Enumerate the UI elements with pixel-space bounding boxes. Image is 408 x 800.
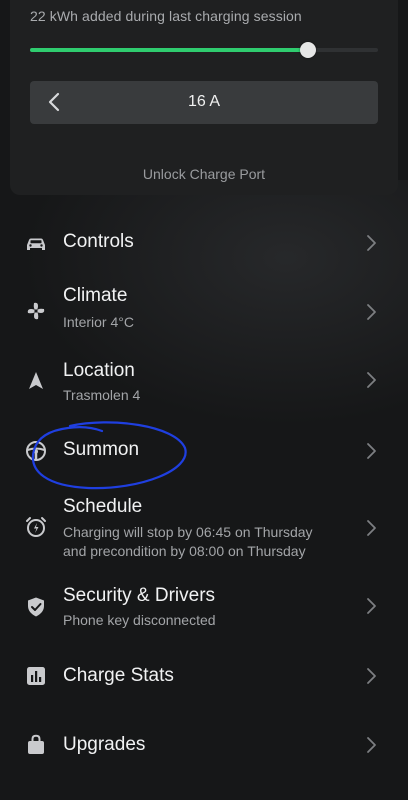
menu-item-title: Summon xyxy=(63,439,140,460)
menu-item-security-drivers[interactable]: Security & Drivers Phone key disconnecte… xyxy=(0,583,408,633)
chevron-right-icon xyxy=(367,443,376,459)
chevron-right-icon xyxy=(367,737,376,753)
menu-item-subtitle: Trasmolen 4 xyxy=(63,387,141,403)
chevron-right-icon xyxy=(367,520,376,536)
menu-item-subtitle-line-1: Charging will stop by 06:45 on Thursday xyxy=(63,524,313,540)
menu-item-upgrades[interactable]: Upgrades xyxy=(0,727,408,763)
menu-item-controls[interactable]: Controls xyxy=(0,225,408,261)
menu-item-charge-stats[interactable]: Charge Stats xyxy=(0,658,408,694)
charge-limit-slider[interactable] xyxy=(30,42,378,58)
charging-session-text: 22 kWh added during last charging sessio… xyxy=(30,8,302,24)
chevron-right-icon xyxy=(367,668,376,684)
menu-item-subtitle: Interior 4°C xyxy=(63,314,134,330)
menu-item-location[interactable]: Location Trasmolen 4 xyxy=(0,357,408,407)
bar-chart-icon xyxy=(27,667,45,685)
navigation-arrow-icon xyxy=(29,372,43,389)
menu-item-title: Climate xyxy=(63,285,128,306)
chevron-right-icon xyxy=(367,372,376,388)
menu-item-title: Location xyxy=(63,360,135,381)
shield-icon xyxy=(28,597,44,617)
chevron-right-icon xyxy=(367,598,376,614)
alarm-clock-icon xyxy=(26,517,46,537)
unlock-charge-port-button[interactable]: Unlock Charge Port xyxy=(0,166,408,182)
menu-item-summon[interactable]: Summon xyxy=(0,433,408,469)
menu-item-title: Charge Stats xyxy=(63,665,174,686)
menu-item-climate[interactable]: Climate Interior 4°C xyxy=(0,282,408,332)
chevron-right-icon xyxy=(367,304,376,320)
charging-current-value: 16 A xyxy=(187,93,221,110)
charge-limit-slider-fill xyxy=(30,48,309,52)
menu-item-subtitle-line-2: and precondition by 08:00 on Thursday xyxy=(63,543,306,559)
menu-item-title: Controls xyxy=(63,231,134,252)
chevron-right-icon xyxy=(367,235,376,251)
menu-item-title: Security & Drivers xyxy=(63,585,216,606)
menu-item-title: Schedule xyxy=(63,496,143,517)
menu-item-schedule[interactable]: Schedule Charging will stop by 06:45 on … xyxy=(0,494,408,562)
menu-item-title: Upgrades xyxy=(63,734,146,755)
charging-current-stepper: 16 A xyxy=(30,81,378,124)
shopping-bag-icon xyxy=(28,734,44,754)
menu-item-subtitle: Phone key disconnected xyxy=(63,612,216,628)
fan-icon xyxy=(27,302,45,320)
car-icon xyxy=(27,238,45,250)
steering-wheel-icon xyxy=(26,441,46,461)
